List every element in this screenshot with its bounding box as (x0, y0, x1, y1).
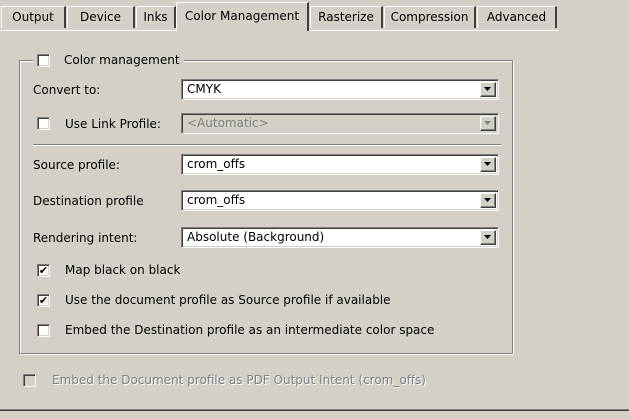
use-link-profile-checkbox[interactable] (37, 117, 50, 130)
pdf-output-intent-checkbox[interactable] (23, 374, 36, 387)
group-legend: Color management (33, 52, 184, 68)
destination-profile-label: Destination profile (33, 194, 144, 208)
convert-to-select[interactable]: CMYK (181, 79, 499, 100)
tab-rasterize[interactable]: Rasterize (310, 6, 383, 28)
use-document-profile-checkbox[interactable]: ✔ (37, 294, 50, 307)
map-black-label: Map black on black (65, 263, 181, 277)
rendering-intent-value: Absolute (Background) (187, 230, 325, 244)
link-profile-select[interactable]: <Automatic> (181, 113, 499, 134)
embed-destination-checkbox[interactable] (37, 324, 50, 337)
tab-inks[interactable]: Inks (136, 6, 176, 28)
chevron-down-icon (484, 198, 491, 202)
source-profile-select[interactable]: crom_offs (181, 154, 499, 175)
source-profile-value: crom_offs (187, 157, 246, 171)
tab-baseline-left (0, 30, 176, 31)
pdf-output-intent-label: Embed the Document profile as PDF Output… (52, 373, 426, 387)
use-link-profile-label: Use Link Profile: (65, 117, 161, 131)
source-profile-dropdown-button[interactable] (480, 157, 496, 172)
chevron-down-icon (484, 121, 491, 125)
tab-compression[interactable]: Compression (384, 6, 476, 28)
destination-profile-dropdown-button[interactable] (480, 193, 496, 208)
tab-output[interactable]: Output (1, 6, 66, 28)
convert-to-label: Convert to: (33, 83, 101, 97)
embed-destination-label: Embed the Destination profile as an inte… (65, 323, 435, 337)
rendering-intent-select[interactable]: Absolute (Background) (181, 227, 499, 248)
chevron-down-icon (484, 162, 491, 166)
tab-device[interactable]: Device (67, 6, 135, 28)
tab-color-management[interactable]: Color Management (176, 2, 309, 31)
tab-baseline-right (309, 30, 558, 31)
convert-to-dropdown-button[interactable] (480, 82, 496, 97)
rendering-intent-dropdown-button[interactable] (480, 230, 496, 245)
map-black-checkbox[interactable]: ✔ (37, 264, 50, 277)
link-profile-dropdown-button[interactable] (480, 116, 496, 131)
convert-to-value: CMYK (187, 82, 221, 96)
tab-advanced[interactable]: Advanced (477, 6, 557, 28)
destination-profile-value: crom_offs (187, 193, 246, 207)
destination-profile-select[interactable]: crom_offs (181, 190, 499, 211)
link-profile-value: <Automatic> (187, 116, 269, 130)
chevron-down-icon (484, 235, 491, 239)
panel-bottom-shadow (0, 410, 629, 411)
color-management-checkbox[interactable] (37, 53, 50, 67)
use-document-profile-label: Use the document profile as Source profi… (65, 293, 391, 307)
color-management-label: Color management (64, 53, 180, 67)
source-profile-label: Source profile: (33, 158, 120, 172)
chevron-down-icon (484, 87, 491, 91)
tab-bar: Output Device Inks Color Management Rast… (0, 0, 629, 36)
group-separator (33, 144, 501, 145)
rendering-intent-label: Rendering intent: (33, 231, 138, 245)
